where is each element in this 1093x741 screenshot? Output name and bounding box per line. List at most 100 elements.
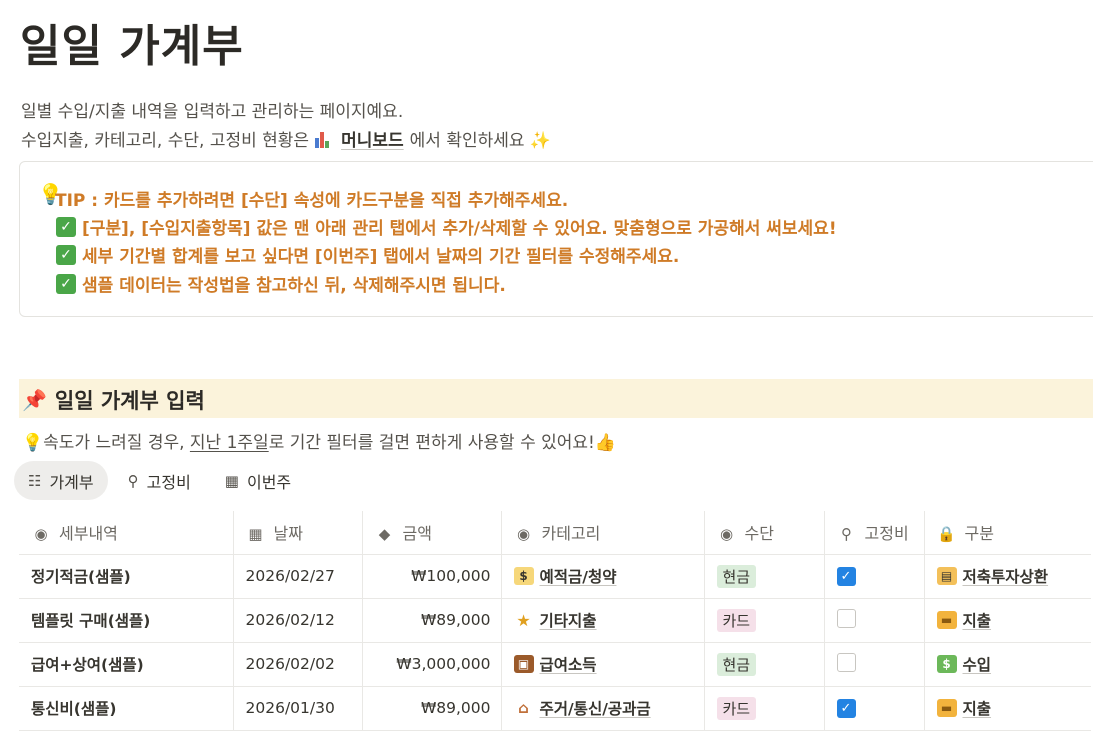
type-cell[interactable]: $ 수입	[923, 642, 1091, 687]
fixed-cell[interactable]	[823, 642, 924, 687]
method-cell[interactable]: 현금	[703, 642, 824, 687]
note-suffix: 로 기간 필터를 걸면 편하게 사용할 수 있어요!👍	[268, 433, 617, 453]
check-circle-icon: ◉	[719, 525, 734, 544]
fixed-cell[interactable]: ✓	[823, 554, 924, 599]
calendar-icon: ▦	[224, 471, 239, 490]
type-link[interactable]: 지출	[963, 697, 992, 719]
checkmark-icon: ✓	[56, 216, 76, 237]
type-link[interactable]: 지출	[963, 609, 992, 631]
fixed-checkbox[interactable]	[836, 652, 856, 672]
type-cell[interactable]: ▤ 저축투자상환	[923, 554, 1091, 599]
type-cell[interactable]: ▬ 지출	[923, 598, 1091, 643]
tip-item-text: 샘플 데이터는 작성법을 참고하신 뒤, 삭제해주시면 됩니다.	[82, 276, 506, 296]
view-tabs: ☷ 가계부 ⚲ 고정비 ▦ 이번주	[14, 461, 305, 500]
calendar-icon: ▦	[248, 525, 263, 544]
category-link[interactable]: 급여소득	[540, 653, 597, 675]
table-row[interactable]: 정기적금(샘플) 2026/02/27 ₩100,000 $ 예적금/청약 현금 …	[19, 554, 1091, 599]
tip-item: ✓ 샘플 데이터는 작성법을 참고하신 뒤, 삭제해주시면 됩니다.	[56, 271, 506, 296]
fixed-cell[interactable]	[823, 598, 924, 643]
note-prefix: 💡속도가 느려질 경우,	[22, 433, 190, 453]
table-header-row: ◉ 세부내역 ▦ 날짜 ◆ 금액 ◉ 카테고리 ◉ 수단 ⚲ 고정비 🔒 구분	[19, 511, 1091, 555]
card-icon: ▬	[936, 699, 957, 717]
moneyboard-link[interactable]: 머니보드	[341, 126, 404, 151]
tab-label: 가계부	[49, 472, 94, 492]
table-row[interactable]: 템플릿 구매(샘플) 2026/02/12 ₩89,000 ★ 기타지출 카드 ▬…	[19, 598, 1091, 643]
date-cell[interactable]: 2026/01/30	[232, 686, 362, 731]
house-icon: ⌂	[518, 699, 529, 717]
pushpin-icon: 📌	[22, 388, 47, 412]
tip-item: ✓ 세부 기간별 합계를 보고 싶다면 [이번주] 탭에서 날짜의 기간 필터를…	[56, 242, 679, 267]
tip-item: ✓ [구분], [수입지출항목] 값은 맨 아래 관리 탭에서 추가/삭제할 수…	[56, 214, 837, 239]
pin-icon: ⚲	[127, 471, 139, 490]
column-header-amount[interactable]: ◆ 금액	[361, 511, 501, 555]
column-header-date[interactable]: ▦ 날짜	[232, 511, 362, 555]
note-link[interactable]: 지난 1주일	[190, 433, 269, 453]
amount-cell[interactable]: ₩3,000,000	[361, 642, 501, 687]
category-link[interactable]: 기타지출	[540, 609, 597, 631]
column-header-item[interactable]: ◉ 세부내역	[19, 511, 233, 555]
star-icon: ★	[516, 610, 531, 630]
table-row[interactable]: 급여+상여(샘플) 2026/02/02 ₩3,000,000 ▣ 급여소득 현금…	[19, 642, 1091, 687]
diamond-icon: ◆	[378, 525, 391, 544]
amount-cell[interactable]: ₩89,000	[361, 686, 501, 731]
item-cell[interactable]: 통신비(샘플)	[19, 686, 233, 731]
fixed-checkbox[interactable]: ✓	[836, 567, 856, 586]
fixed-checkbox[interactable]	[836, 608, 856, 628]
type-link[interactable]: 저축투자상환	[963, 565, 1049, 587]
category-link[interactable]: 주거/통신/공과금	[540, 697, 651, 719]
method-tag: 카드	[716, 696, 757, 720]
amount-cell[interactable]: ₩100,000	[361, 554, 501, 599]
item-cell[interactable]: 정기적금(샘플)	[19, 554, 233, 599]
date-cell[interactable]: 2026/02/12	[232, 598, 362, 643]
fixed-checkbox[interactable]: ✓	[836, 699, 856, 718]
ledger-table: ◉ 세부내역 ▦ 날짜 ◆ 금액 ◉ 카테고리 ◉ 수단 ⚲ 고정비 🔒 구분 정기적금(샘플…	[19, 511, 1091, 731]
fixed-cell[interactable]: ✓	[823, 686, 924, 731]
type-cell[interactable]: ▬ 지출	[923, 686, 1091, 731]
money-bag-icon: $	[513, 567, 534, 585]
tab-this-week[interactable]: ▦ 이번주	[211, 461, 305, 500]
category-cell[interactable]: $ 예적금/청약	[500, 554, 704, 599]
date-cell[interactable]: 2026/02/02	[232, 642, 362, 687]
briefcase-icon: ▣	[513, 655, 534, 673]
method-cell[interactable]: 카드	[703, 598, 824, 643]
bar-chart-icon	[315, 130, 335, 148]
tip-item-text: [구분], [수입지출항목] 값은 맨 아래 관리 탭에서 추가/삭제할 수 있…	[82, 219, 837, 239]
method-cell[interactable]: 현금	[703, 554, 824, 599]
category-cell[interactable]: ★ 기타지출	[500, 598, 704, 643]
category-cell[interactable]: ▣ 급여소득	[500, 642, 704, 687]
tab-household-ledger[interactable]: ☷ 가계부	[14, 461, 108, 500]
section-title-text: 일일 가계부 입력	[54, 389, 205, 413]
tip-heading: TIP : 카드를 추가하려면 [수단] 속성에 카드구분을 직접 추가해주세요…	[55, 191, 569, 211]
method-tag: 카드	[716, 608, 757, 632]
section-note: 💡속도가 느려질 경우, 지난 1주일로 기간 필터를 걸면 편하게 사용할 수…	[22, 428, 616, 453]
column-header-type[interactable]: 🔒 구분	[923, 511, 1091, 555]
item-cell[interactable]: 템플릿 구매(샘플)	[19, 598, 233, 643]
description-suffix: 에서 확인하세요 ✨	[409, 131, 552, 151]
tab-label: 이번주	[246, 472, 292, 492]
checkmark-icon: ✓	[56, 273, 76, 294]
tab-label: 고정비	[146, 472, 191, 492]
category-link[interactable]: 예적금/청약	[540, 565, 617, 587]
piggy-icon: ▤	[936, 567, 957, 585]
page-description-line-2: 수입지출, 카테고리, 수단, 고정비 현황은 머니보드 에서 확인하세요 ✨	[21, 126, 551, 151]
check-circle-icon: ◉	[516, 525, 531, 544]
category-cell[interactable]: ⌂ 주거/통신/공과금	[500, 686, 704, 731]
column-header-category[interactable]: ◉ 카테고리	[500, 511, 704, 555]
page-description-line-1: 일별 수입/지출 내역을 입력하고 관리하는 페이지예요.	[21, 102, 404, 122]
description-prefix: 수입지출, 카테고리, 수단, 고정비 현황은	[21, 131, 310, 151]
column-header-fixed[interactable]: ⚲ 고정비	[823, 511, 924, 555]
checkmark-icon: ✓	[56, 244, 76, 265]
date-cell[interactable]: 2026/02/27	[232, 554, 362, 599]
column-header-method[interactable]: ◉ 수단	[703, 511, 824, 555]
tab-fixed-cost[interactable]: ⚲ 고정비	[114, 461, 205, 500]
page-title: 일일 가계부	[20, 21, 244, 72]
method-tag: 현금	[716, 564, 757, 588]
card-icon: ▬	[936, 611, 957, 629]
amount-cell[interactable]: ₩89,000	[361, 598, 501, 643]
table-row[interactable]: 통신비(샘플) 2026/01/30 ₩89,000 ⌂ 주거/통신/공과금 카드…	[19, 686, 1091, 731]
tip-item-text: 세부 기간별 합계를 보고 싶다면 [이번주] 탭에서 날짜의 기간 필터를 수…	[82, 247, 680, 267]
method-cell[interactable]: 카드	[703, 686, 824, 731]
item-cell[interactable]: 급여+상여(샘플)	[19, 642, 233, 687]
cash-icon: $	[936, 655, 957, 673]
type-link[interactable]: 수입	[963, 653, 992, 675]
